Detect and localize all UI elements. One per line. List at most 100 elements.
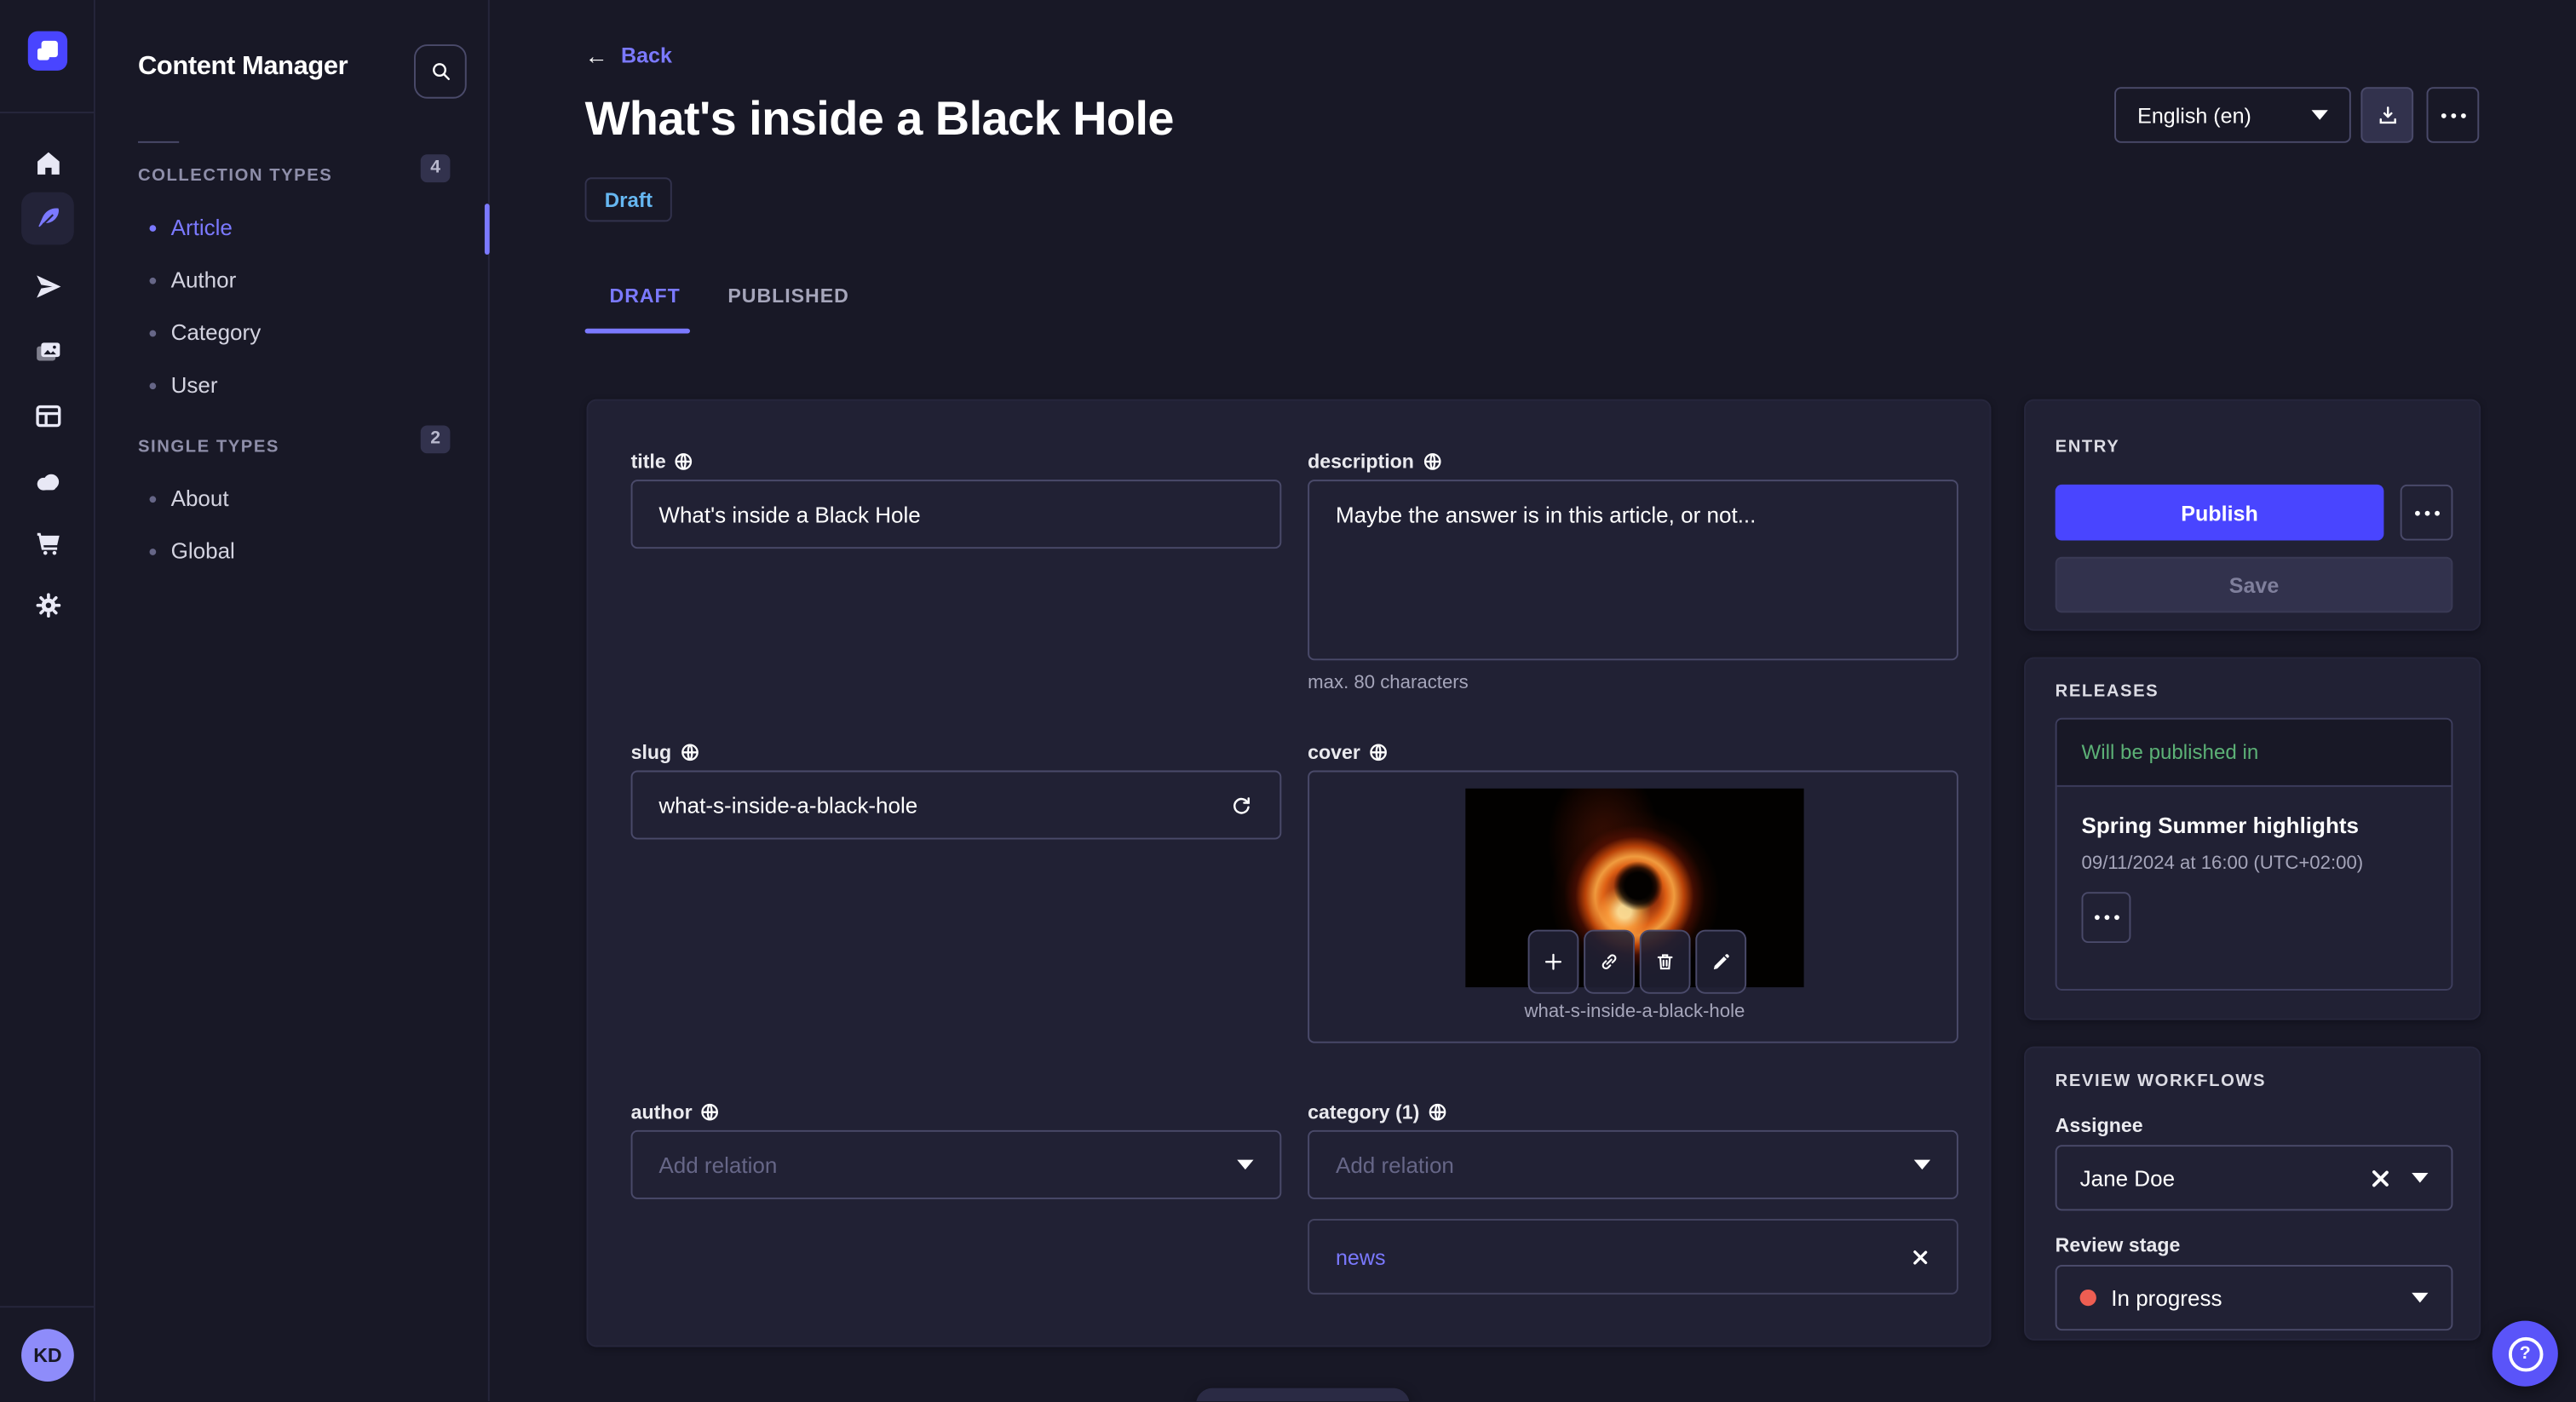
- help-button[interactable]: ?: [2492, 1320, 2558, 1387]
- clear-icon[interactable]: [2369, 1167, 2390, 1188]
- cart-icon[interactable]: [21, 516, 74, 569]
- review-heading: REVIEW WORKFLOWS: [2055, 1071, 2267, 1091]
- slug-input-value: what-s-inside-a-black-hole: [658, 792, 918, 818]
- title-field-label: title: [631, 450, 694, 473]
- cover-media-card: what-s-inside-a-black-hole: [1308, 770, 1958, 1043]
- search-icon: [432, 63, 449, 81]
- download-icon: [2378, 106, 2395, 124]
- sidebar-item-user[interactable]: User: [149, 372, 218, 398]
- app-window: KD Content Manager COLLECTION TYPES 4 Ar…: [0, 0, 2576, 1402]
- slug-input[interactable]: what-s-inside-a-black-hole: [630, 770, 1282, 840]
- sidebar-item-label: Category: [170, 320, 262, 346]
- bullet-icon: [149, 548, 157, 554]
- refresh-icon[interactable]: [1229, 793, 1254, 818]
- assignee-select[interactable]: Jane Doe: [2055, 1145, 2453, 1211]
- link-icon: [1601, 954, 1617, 969]
- entry-more-button[interactable]: [2400, 484, 2453, 541]
- send-icon[interactable]: [21, 260, 74, 313]
- save-button[interactable]: Save: [2055, 556, 2453, 613]
- bullet-icon: [149, 276, 157, 284]
- globe-icon: [1370, 744, 1387, 761]
- locale-value: English (en): [2137, 102, 2251, 128]
- below-fold-element: [1196, 1388, 1410, 1402]
- content-manager-nav-active[interactable]: [21, 192, 74, 245]
- chevron-down-icon: [2311, 110, 2328, 120]
- releases-heading: RELEASES: [2055, 681, 2159, 702]
- description-textarea[interactable]: Maybe the answer is in this article, or …: [1308, 480, 1958, 661]
- single-types-count: 2: [420, 425, 451, 454]
- release-name: Spring Summer highlights: [2081, 813, 2360, 838]
- feather-icon: [37, 207, 59, 228]
- add-icon: [1544, 953, 1561, 970]
- sidebar-item-label: Article: [170, 215, 233, 240]
- category-placeholder: Add relation: [1335, 1152, 1454, 1177]
- header-more-button[interactable]: [2426, 87, 2480, 143]
- status-badge: Draft: [584, 177, 673, 222]
- avatar[interactable]: KD: [21, 1329, 74, 1382]
- add-media-button[interactable]: [1527, 929, 1579, 994]
- release-more-button[interactable]: [2081, 892, 2131, 944]
- more-icon: [2094, 915, 2119, 921]
- delete-media-button[interactable]: [1639, 929, 1691, 994]
- entry-heading: ENTRY: [2055, 437, 2120, 457]
- main-content: ← Back What's inside a Black Hole Draft …: [490, 0, 2576, 1402]
- sidebar-item-label: About: [170, 486, 229, 511]
- globe-icon: [1423, 453, 1440, 470]
- tab-active-underline: [584, 328, 691, 333]
- entry-panel: ENTRY Publish Save: [2024, 399, 2481, 631]
- cover-field-label: cover: [1308, 741, 1389, 764]
- sidebar-item-global[interactable]: Global: [149, 538, 235, 564]
- more-icon: [2414, 509, 2440, 515]
- collection-types-heading: COLLECTION TYPES: [138, 165, 333, 186]
- edit-media-button[interactable]: [1695, 929, 1747, 994]
- globe-icon: [676, 453, 693, 470]
- sidebar-item-author[interactable]: Author: [149, 267, 237, 293]
- sidebar-divider: [138, 141, 180, 143]
- home-icon[interactable]: [21, 136, 74, 189]
- layout-icon[interactable]: [21, 389, 74, 442]
- releases-panel: RELEASES Will be published in Spring Sum…: [2024, 657, 2481, 1020]
- sidebar-item-category[interactable]: Category: [149, 320, 262, 346]
- release-card: Will be published in Spring Summer highl…: [2055, 717, 2453, 991]
- tab-published[interactable]: PUBLISHED: [727, 284, 848, 307]
- category-relation-item[interactable]: news: [1308, 1219, 1958, 1295]
- description-field-label: description: [1308, 450, 1442, 473]
- gear-icon[interactable]: [21, 578, 74, 631]
- media-library-icon[interactable]: [21, 325, 74, 378]
- chevron-down-icon: [2412, 1292, 2429, 1303]
- relation-link[interactable]: news: [1336, 1244, 1386, 1269]
- back-button[interactable]: ← Back: [585, 43, 672, 67]
- chevron-down-icon: [1913, 1159, 1931, 1170]
- release-date: 09/11/2024 at 16:00 (UTC+02:00): [2081, 853, 2364, 875]
- copy-link-button[interactable]: [1584, 929, 1635, 994]
- back-label: Back: [621, 43, 672, 68]
- title-input[interactable]: What's inside a Black Hole: [630, 480, 1282, 549]
- sidebar-item-about[interactable]: About: [149, 486, 229, 511]
- description-hint: max. 80 characters: [1308, 673, 1469, 693]
- globe-icon: [701, 1103, 719, 1121]
- bullet-icon: [149, 495, 157, 503]
- author-relation-select[interactable]: Add relation: [630, 1129, 1282, 1199]
- cover-actions: [1527, 929, 1747, 994]
- review-stage-select[interactable]: In progress: [2055, 1265, 2453, 1331]
- tab-draft[interactable]: DRAFT: [610, 284, 681, 307]
- sidebar-item-label: Global: [170, 538, 235, 564]
- assignee-value: Jane Doe: [2079, 1165, 2176, 1191]
- sidebar-item-article[interactable]: Article: [149, 215, 233, 240]
- cloud-icon[interactable]: [21, 455, 74, 508]
- locale-select[interactable]: English (en): [2114, 87, 2351, 143]
- category-relation-select[interactable]: Add relation: [1308, 1129, 1958, 1199]
- release-status: Will be published in: [2056, 719, 2452, 787]
- close-icon[interactable]: [1911, 1248, 1929, 1266]
- strapi-logo-icon[interactable]: [27, 31, 68, 71]
- title-input-value: What's inside a Black Hole: [658, 502, 921, 527]
- stage-value: In progress: [2111, 1285, 2222, 1311]
- category-field-label: category (1): [1308, 1100, 1447, 1123]
- bullet-icon: [149, 382, 157, 389]
- search-button[interactable]: [414, 44, 467, 99]
- export-button[interactable]: [2360, 87, 2414, 143]
- sidebar-item-label: User: [170, 372, 218, 398]
- sidebar-item-label: Author: [170, 267, 237, 293]
- publish-button[interactable]: Publish: [2055, 484, 2384, 541]
- nav-rail: KD: [0, 0, 95, 1402]
